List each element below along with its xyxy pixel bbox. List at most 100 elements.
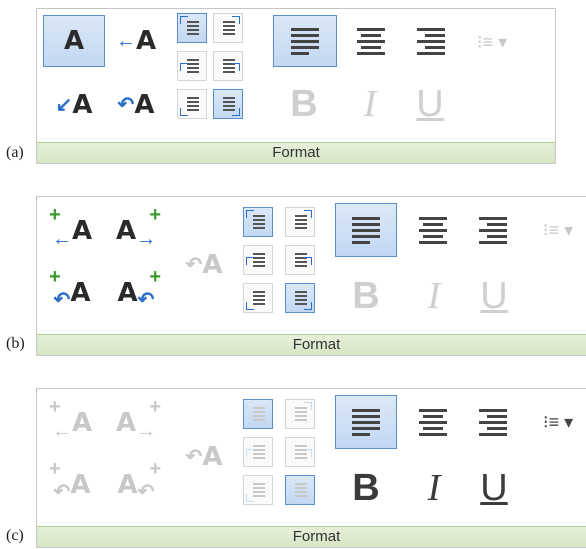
ribbon-panel-a: A ← A ↙ A ↶ A ⁝≡ ▾ B I U Format xyxy=(36,8,556,164)
underline-icon: U xyxy=(416,83,444,125)
align-bottom-left-button[interactable] xyxy=(177,89,207,119)
underline-button[interactable]: U xyxy=(471,273,517,319)
ribbon-panel-c: + ← A A → + + ↶ A A ↶ + ↶ A ⁝≡ ▾ B I U F… xyxy=(36,388,586,548)
italic-icon: I xyxy=(427,275,441,317)
arrow-curve-down-icon: ↶ xyxy=(53,289,71,311)
plus-icon: + xyxy=(49,458,61,480)
align-top-right-button[interactable] xyxy=(285,399,315,429)
bold-button[interactable]: B xyxy=(343,465,389,511)
list-dropdown-icon: ⁝≡ ▾ xyxy=(542,411,574,432)
align-center-button[interactable] xyxy=(343,15,399,67)
increase-text-right-button[interactable]: A → + xyxy=(105,203,167,259)
arrow-curve-down-icon: ↶ xyxy=(117,94,135,116)
plus-icon: + xyxy=(149,458,161,480)
align-left-button[interactable] xyxy=(335,203,397,257)
align-left-button[interactable] xyxy=(273,15,337,67)
align-right-button[interactable] xyxy=(465,203,521,257)
underline-button[interactable]: U xyxy=(471,465,517,511)
arrow-right-icon: → xyxy=(136,420,157,442)
letter-a-icon: A xyxy=(70,278,91,308)
align-left-button[interactable] xyxy=(335,395,397,449)
align-top-right-button[interactable] xyxy=(213,13,243,43)
cell-alignment-grid xyxy=(243,399,327,513)
align-bottom-right-button[interactable] xyxy=(213,89,243,119)
align-right-button[interactable] xyxy=(403,15,459,67)
underline-icon: U xyxy=(480,275,508,317)
letter-a-icon: A xyxy=(202,250,223,280)
list-dropdown-button[interactable]: ⁝≡ ▾ xyxy=(467,27,517,57)
italic-button[interactable]: I xyxy=(411,465,457,511)
align-center-icon xyxy=(419,409,447,436)
decrease-text-button[interactable]: ↶ A xyxy=(175,429,233,485)
align-bottom-right-button[interactable] xyxy=(285,475,315,505)
align-middle-left-button[interactable] xyxy=(243,437,273,467)
increase-text-left-button[interactable]: + ← A xyxy=(43,203,101,259)
align-middle-left-button[interactable] xyxy=(177,51,207,81)
plus-icon: + xyxy=(149,396,161,418)
bold-icon: B xyxy=(290,83,318,125)
decrease-text-button[interactable]: ↶ A xyxy=(175,237,233,293)
text-direction-rotate-left-button[interactable]: ← A xyxy=(109,15,163,67)
arrow-right-icon: → xyxy=(136,228,157,250)
align-top-left-button[interactable] xyxy=(177,13,207,43)
italic-button[interactable]: I xyxy=(347,81,393,127)
ribbon-footer-format: Format xyxy=(37,142,555,163)
text-direction-horizontal-button[interactable]: A xyxy=(43,15,105,67)
letter-a-icon: A xyxy=(71,216,93,246)
align-middle-right-button[interactable] xyxy=(213,51,243,81)
align-middle-left-button[interactable] xyxy=(243,245,273,275)
increase-text-curve-left-button[interactable]: + ↶ A xyxy=(43,457,101,513)
align-left-icon xyxy=(291,28,319,55)
align-right-button[interactable] xyxy=(465,395,521,449)
align-top-left-button[interactable] xyxy=(243,399,273,429)
increase-text-left-button[interactable]: + ← A xyxy=(43,395,101,451)
align-top-right-button[interactable] xyxy=(285,207,315,237)
list-dropdown-button[interactable]: ⁝≡ ▾ xyxy=(533,407,583,437)
ribbon-footer-format: Format xyxy=(37,526,586,547)
increase-text-curve-left-button[interactable]: + ↶ A xyxy=(43,265,101,321)
letter-a-icon: A xyxy=(115,408,137,438)
letter-a-icon: A xyxy=(63,26,85,56)
align-center-button[interactable] xyxy=(405,203,461,257)
list-dropdown-button[interactable]: ⁝≡ ▾ xyxy=(533,215,583,245)
arrow-left-icon: ← xyxy=(51,228,72,250)
plus-icon: + xyxy=(49,266,61,288)
arrow-down-icon: ↶ xyxy=(185,254,203,276)
arrow-curve-down-icon: ↶ xyxy=(137,481,155,503)
text-direction-down-left-button[interactable]: ↙ A xyxy=(43,79,105,131)
align-top-left-button[interactable] xyxy=(243,207,273,237)
align-bottom-right-button[interactable] xyxy=(285,283,315,313)
increase-text-curve-right-button[interactable]: A ↶ + xyxy=(105,265,167,321)
letter-a-icon: A xyxy=(134,90,155,120)
italic-icon: I xyxy=(363,83,377,125)
list-dropdown-icon: ⁝≡ ▾ xyxy=(476,31,508,52)
italic-icon: I xyxy=(427,467,441,509)
italic-button[interactable]: I xyxy=(411,273,457,319)
panel-a-label: (a) xyxy=(6,144,24,161)
letter-a-icon: A xyxy=(135,26,157,56)
align-bottom-left-button[interactable] xyxy=(243,475,273,505)
underline-button[interactable]: U xyxy=(407,81,453,127)
plus-icon: + xyxy=(149,204,161,226)
arrow-down-icon: ↶ xyxy=(185,446,203,468)
bold-icon: B xyxy=(352,467,380,509)
align-bottom-left-button[interactable] xyxy=(243,283,273,313)
align-center-button[interactable] xyxy=(405,395,461,449)
plus-icon: + xyxy=(149,266,161,288)
bold-icon: B xyxy=(352,275,380,317)
increase-text-right-button[interactable]: A → + xyxy=(105,395,167,451)
letter-a-icon: A xyxy=(70,470,91,500)
bold-button[interactable]: B xyxy=(343,273,389,319)
ribbon-footer-format: Format xyxy=(37,334,586,355)
underline-icon: U xyxy=(480,467,508,509)
letter-a-icon: A xyxy=(72,90,93,120)
arrow-curve-down-icon: ↶ xyxy=(53,481,71,503)
bold-button[interactable]: B xyxy=(281,81,327,127)
arrow-left-icon: ← xyxy=(115,30,136,52)
arrow-left-icon: ← xyxy=(51,420,72,442)
align-middle-right-button[interactable] xyxy=(285,245,315,275)
increase-text-curve-right-button[interactable]: A ↶ + xyxy=(105,457,167,513)
align-middle-right-button[interactable] xyxy=(285,437,315,467)
arrow-curve-down-icon: ↶ xyxy=(137,289,155,311)
text-direction-curve-down-button[interactable]: ↶ A xyxy=(109,79,163,131)
